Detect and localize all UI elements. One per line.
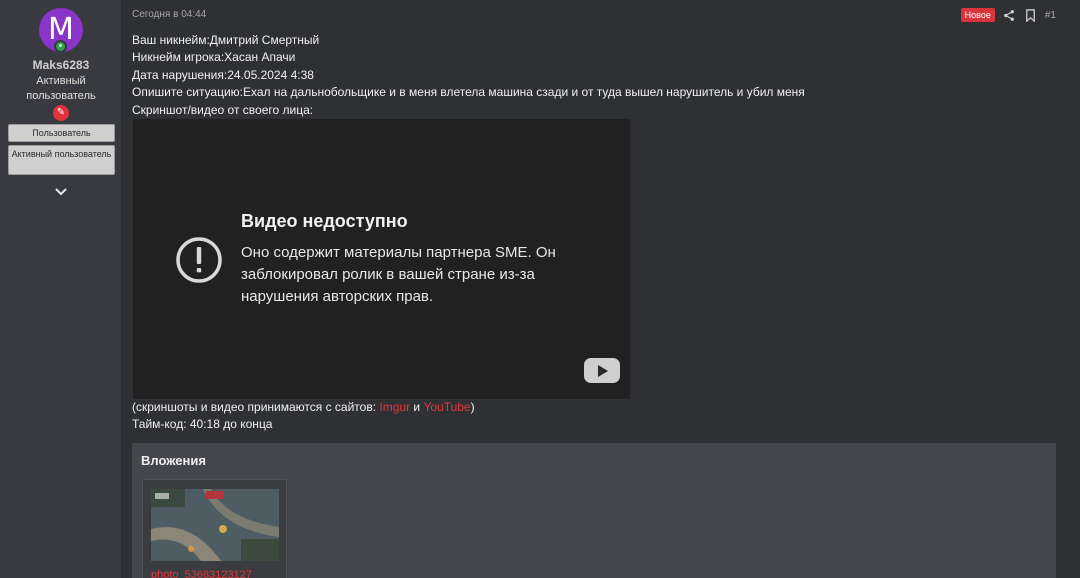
attachment-card[interactable]: photo_53683123127 (142, 479, 287, 578)
video-unavailable-title: Видео недоступно (241, 211, 408, 231)
post-line-video-label: Скриншот/видео от своего лица: (132, 102, 314, 117)
sites-prefix: (скриншоты и видео принимаются с сайтов: (132, 400, 380, 414)
role-badge-icon[interactable]: ✎ (53, 105, 69, 121)
sites-and: и (410, 400, 424, 414)
youtube-play-icon[interactable] (584, 358, 620, 383)
accepted-sites-note: (скриншоты и видео принимаются с сайтов:… (132, 400, 475, 414)
post-number-link[interactable]: #1 (1045, 10, 1056, 21)
video-unavailable-message: Оно содержит материалы партнера SME. Он … (241, 244, 556, 305)
user-title-line1: Активный (36, 75, 86, 87)
user-title: Активный пользователь (0, 74, 122, 104)
sites-suffix: ) (470, 400, 475, 414)
attachment-file-name[interactable]: photo_53683123127 (151, 569, 252, 578)
bookmark-icon[interactable] (1024, 8, 1037, 22)
timecode: Тайм-код: 40:18 до конца (132, 417, 273, 431)
attachment-thumbnail[interactable] (151, 489, 279, 561)
post-main: Сегодня в 04:44 Новое #1 Ваш никнейм:Дми… (132, 0, 1072, 578)
user-banner-2: Активный пользователь (8, 145, 115, 175)
post-date[interactable]: Сегодня в 04:44 (132, 9, 206, 20)
new-badge: Новое (960, 8, 995, 22)
user-title-line2: пользователь (26, 90, 96, 102)
online-status-icon (54, 40, 67, 53)
post-body: Ваш никнейм:Дмитрий Смертный Никнейм игр… (132, 32, 805, 119)
alert-circle-icon (176, 237, 222, 283)
share-icon[interactable] (1003, 9, 1016, 22)
post-line-player: Никнейм игрока:Хасан Апачи (132, 50, 296, 65)
post-line-nickname: Ваш никнейм:Дмитрий Смертный (132, 33, 320, 47)
embedded-video[interactable]: Видео недоступно Оно содержит материалы … (133, 119, 630, 399)
user-sidebar: M Maks6283 Активный пользователь ✎ Польз… (0, 0, 122, 578)
post-line-situation: Опишите ситуацию:Ехал на дальнобольщике … (132, 85, 805, 100)
username[interactable]: Maks6283 (0, 58, 122, 72)
attachments-title: Вложения (141, 453, 206, 468)
post-actions: Новое #1 (960, 7, 1056, 23)
user-banner-1: Пользователь (8, 124, 115, 142)
imgur-link[interactable]: Imgur (379, 400, 410, 414)
post-line-date: Дата нарушения:24.05.2024 4:38 (132, 67, 314, 82)
youtube-link[interactable]: YouTube (423, 400, 470, 414)
chevron-down-icon[interactable] (52, 183, 70, 201)
attachments-block: Вложения photo_53683123127 (132, 443, 1056, 578)
